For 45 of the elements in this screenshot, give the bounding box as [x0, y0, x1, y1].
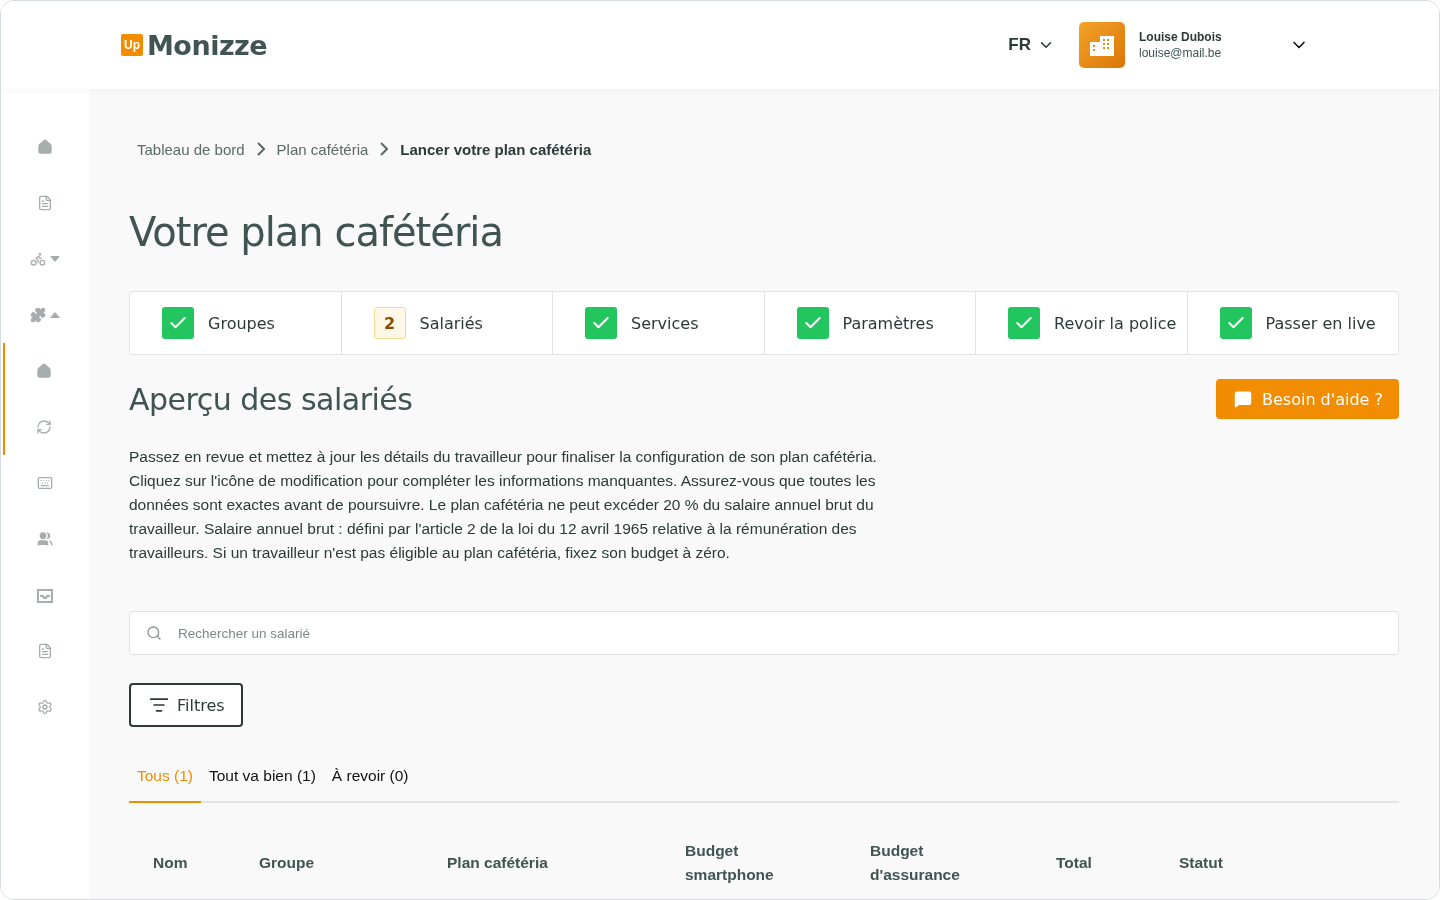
users-icon[interactable]	[37, 531, 53, 547]
filter-tab[interactable]: Tout va bien (1)	[201, 767, 324, 803]
step-label[interactable]: Passer en live	[1265, 313, 1376, 333]
chevron-right-icon	[380, 142, 389, 156]
breadcrumb-link[interactable]: Lancer votre plan cafétéria	[400, 140, 592, 158]
user-email: louise@mail.be	[1139, 46, 1223, 60]
column-header: Budget d'assurance	[870, 841, 961, 885]
step-number: 2	[373, 307, 406, 339]
step-label[interactable]: Salariés	[419, 313, 483, 333]
settings-icon[interactable]	[37, 699, 53, 715]
column-header: Statut	[1179, 853, 1224, 873]
inbox-icon[interactable]	[37, 587, 53, 603]
chat-bubble-icon	[1234, 390, 1252, 408]
column-header: Plan cafétéria	[447, 853, 549, 873]
step-label[interactable]: Revoir la police	[1054, 313, 1177, 333]
filter-icon	[149, 695, 169, 715]
document-icon[interactable]	[37, 643, 53, 659]
refresh-icon[interactable]	[36, 419, 52, 435]
language-selector[interactable]: FR	[1008, 35, 1055, 55]
step-label[interactable]: Services	[631, 313, 699, 333]
description-text: Passez en revue et mettez à jour les détails du travailleur pour finaliser la configuration de son plan cafétéria. Cliquez sur l'icône de modification pour compléter les informations manquantes. Assurez-vous que toutes les données sont exactes avant de poursuivre. Le plan cafétéria ne peut excéder 20 % du salaire annuel brut du travailleur. Salaire annuel brut : défini par l'article 2 de la loi du 12 avril 1965 relative à la rémunération des travailleurs. Si un travailleur n'est pas éligible au plan cafétéria, fixez son budget à zéro.	[129, 447, 878, 563]
column-header: Groupe	[259, 853, 316, 873]
step-label[interactable]: Groupes	[208, 313, 275, 333]
section-title: Aperçu des salariés	[129, 381, 413, 417]
chevron-right-icon	[256, 142, 265, 156]
filter-button[interactable]: Filtres	[129, 683, 243, 727]
document-icon[interactable]	[37, 195, 53, 211]
bike-icon[interactable]	[30, 251, 46, 267]
column-header: Total	[1056, 853, 1093, 873]
breadcrumb-link[interactable]: Tableau de bord	[137, 140, 245, 158]
column-header: Budget smartphone	[685, 841, 775, 885]
search-icon	[146, 625, 162, 641]
user-name: Louise Dubois	[1139, 30, 1223, 44]
page-title: Votre plan cafétéria	[129, 209, 504, 255]
search-field[interactable]: Rechercher un salarié	[129, 611, 1399, 655]
keyboard-icon[interactable]	[37, 475, 53, 491]
puzzle-icon[interactable]	[30, 307, 46, 323]
filter-tab[interactable]: À revoir (0)	[323, 767, 417, 803]
home-icon[interactable]	[37, 139, 53, 155]
breadcrumb-link[interactable]: Plan cafétéria	[276, 140, 369, 158]
step-label[interactable]: Paramètres	[842, 313, 934, 333]
logo-badge: Up	[121, 34, 143, 56]
home-icon[interactable]	[36, 363, 52, 379]
logo-text: Monizze	[147, 29, 268, 61]
building-icon	[1090, 34, 1114, 56]
